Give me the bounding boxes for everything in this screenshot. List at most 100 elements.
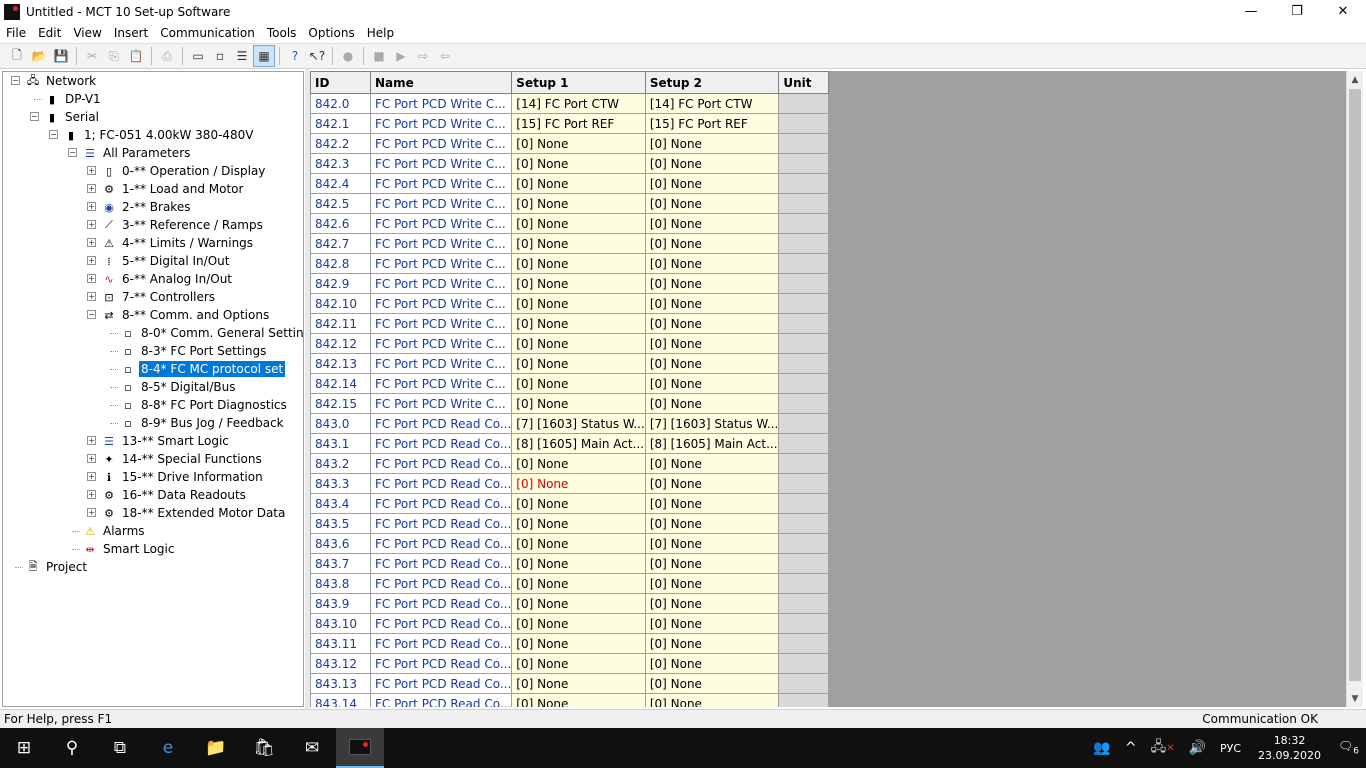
expand-icon[interactable]: + [87, 256, 96, 265]
network-disconnected-icon[interactable]: 🖧✕ [1144, 736, 1182, 760]
expand-icon[interactable]: + [87, 238, 96, 247]
cell-setup-2[interactable]: [0] None [644, 473, 780, 494]
table-row[interactable]: 843.10 FC Port PCD Read Co... [0] None [0] … [310, 613, 830, 634]
copy-icon[interactable]: ⎘ [103, 45, 125, 67]
tree-node[interactable]: ▫ 8-9* Bus Jog / Feedback [120, 414, 286, 432]
cell-setup-2[interactable]: [0] None [644, 513, 780, 534]
cell-setup-2[interactable]: [0] None [644, 393, 780, 414]
cell-setup-1[interactable]: [0] None [511, 173, 646, 194]
collapse-icon[interactable]: − [68, 148, 77, 157]
task-view-icon[interactable]: ⧉ [96, 728, 144, 768]
cell-setup-2[interactable]: [0] None [644, 633, 780, 654]
tree-node[interactable]: 🗎 Project [25, 558, 89, 576]
cell-setup-2[interactable]: [0] None [644, 673, 780, 694]
tree-node[interactable]: ▮ Serial [44, 108, 101, 126]
cell-setup-1[interactable]: [0] None [511, 393, 646, 414]
list-view-icon[interactable]: ☰ [231, 45, 253, 67]
table-row[interactable]: 843.5 FC Port PCD Read Co... [0] None [0] N… [310, 513, 830, 534]
table-row[interactable]: 843.1 FC Port PCD Read Co... [8] [1605] Ma… [310, 433, 830, 454]
tree-node[interactable]: ▯ 0-** Operation / Display [101, 162, 267, 180]
expand-icon[interactable]: + [87, 274, 96, 283]
column-header-setup-1[interactable]: Setup 1 [511, 71, 646, 94]
cell-setup-1[interactable]: [14] FC Port CTW [511, 93, 646, 114]
cell-setup-1[interactable]: [0] None [511, 153, 646, 174]
cell-setup-2[interactable]: [0] None [644, 313, 780, 334]
table-row[interactable]: 843.0 FC Port PCD Read Co... [7] [1603] St… [310, 413, 830, 434]
cell-setup-2[interactable]: [0] None [644, 493, 780, 514]
collapse-icon[interactable]: − [87, 310, 96, 319]
cell-setup-1[interactable]: [0] None [511, 333, 646, 354]
table-row[interactable]: 842.3 FC Port PCD Write C... [0] None [0] N… [310, 153, 830, 174]
cell-setup-1[interactable]: [0] None [511, 653, 646, 674]
cell-setup-1[interactable]: [0] None [511, 253, 646, 274]
cell-setup-2[interactable]: [0] None [644, 193, 780, 214]
help-icon[interactable]: ? [284, 45, 306, 67]
grid-vertical-scrollbar[interactable]: ▲ ▼ [1346, 71, 1363, 707]
table-row[interactable]: 842.7 FC Port PCD Write C... [0] None [0] N… [310, 233, 830, 254]
scroll-up-icon[interactable]: ▲ [1347, 71, 1363, 88]
table-row[interactable]: 842.0 FC Port PCD Write C... [14] FC Port … [310, 93, 830, 114]
tree-node[interactable]: ⚙ 18-** Extended Motor Data [101, 504, 287, 522]
cell-setup-2[interactable]: [0] None [644, 173, 780, 194]
menu-insert[interactable]: Insert [108, 26, 154, 40]
cell-setup-2[interactable]: [0] None [644, 353, 780, 374]
start-icon[interactable]: ⊞ [0, 728, 48, 768]
maximize-button[interactable]: ❐ [1274, 0, 1320, 23]
cell-setup-1[interactable]: [0] None [511, 353, 646, 374]
store-icon[interactable]: 🛍 [240, 728, 288, 768]
read-from-drive-icon[interactable]: ⇦ [434, 45, 456, 67]
tree-node[interactable]: ℹ 15-** Drive Information [101, 468, 265, 486]
cell-setup-2[interactable]: [14] FC Port CTW [644, 93, 780, 114]
mct10-icon[interactable] [336, 728, 384, 768]
cell-setup-2[interactable]: [0] None [644, 153, 780, 174]
cell-setup-1[interactable]: [0] None [511, 293, 646, 314]
table-row[interactable]: 842.4 FC Port PCD Write C... [0] None [0] N… [310, 173, 830, 194]
table-row[interactable]: 842.2 FC Port PCD Write C... [0] None [0] N… [310, 133, 830, 154]
large-icons-view-icon[interactable]: ▭ [187, 45, 209, 67]
menu-help[interactable]: Help [361, 26, 400, 40]
table-row[interactable]: 842.15 FC Port PCD Write C... [0] None [0] … [310, 393, 830, 414]
cell-setup-2[interactable]: [7] [1603] Status W... [644, 413, 780, 434]
column-header-id[interactable]: ID [310, 71, 371, 94]
expand-icon[interactable]: + [87, 292, 96, 301]
show-hidden-icons-chevron[interactable]: ^ [1118, 740, 1144, 756]
cell-setup-2[interactable]: [0] None [644, 293, 780, 314]
play-icon[interactable]: ▶ [390, 45, 412, 67]
table-row[interactable]: 843.4 FC Port PCD Read Co... [0] None [0] N… [310, 493, 830, 514]
cell-setup-1[interactable]: [0] None [511, 693, 646, 707]
cell-setup-2[interactable]: [0] None [644, 653, 780, 674]
cell-setup-1[interactable]: [0] None [511, 533, 646, 554]
table-row[interactable]: 842.8 FC Port PCD Write C... [0] None [0] N… [310, 253, 830, 274]
record-icon[interactable]: ● [337, 45, 359, 67]
cell-setup-1[interactable]: [0] None [511, 233, 646, 254]
notifications-icon[interactable]: 🗨6 [1331, 739, 1366, 756]
expand-icon[interactable]: + [87, 220, 96, 229]
menu-file[interactable]: File [0, 26, 32, 40]
cell-setup-1[interactable]: [8] [1605] Main Act... [511, 433, 646, 454]
tree-node[interactable]: ◉ 2-** Brakes [101, 198, 192, 216]
table-row[interactable]: 842.10 FC Port PCD Write C... [0] None [0] … [310, 293, 830, 314]
cell-setup-2[interactable]: [15] FC Port REF [644, 113, 780, 134]
cell-setup-2[interactable]: [0] None [644, 533, 780, 554]
tree-node[interactable]: ▫ 8-3* FC Port Settings [120, 342, 268, 360]
column-header-setup-2[interactable]: Setup 2 [644, 71, 780, 94]
cell-setup-2[interactable]: [0] None [644, 613, 780, 634]
cell-setup-1[interactable]: [0] None [511, 633, 646, 654]
tree-node[interactable]: ☰ All Parameters [82, 144, 192, 162]
cell-setup-2[interactable]: [0] None [644, 273, 780, 294]
cell-setup-1[interactable]: [0] None [511, 453, 646, 474]
expand-icon[interactable]: + [87, 436, 96, 445]
tree-node[interactable]: ▮ 1; FC-051 4.00kW 380-480V [63, 126, 256, 144]
cell-setup-2[interactable]: [0] None [644, 333, 780, 354]
people-icon[interactable]: 👥 [1086, 740, 1117, 756]
cell-setup-1[interactable]: [0] None [511, 273, 646, 294]
new-icon[interactable]: 🗋 [6, 45, 28, 67]
tree-node[interactable]: ⚙ 1-** Load and Motor [101, 180, 245, 198]
write-to-drive-icon[interactable]: ⇨ [412, 45, 434, 67]
tree-node[interactable]: ▫ 8-0* Comm. General Settings [120, 324, 303, 342]
expand-icon[interactable]: + [87, 454, 96, 463]
cell-setup-1[interactable]: [0] None [511, 193, 646, 214]
table-row[interactable]: 842.14 FC Port PCD Write C... [0] None [0] … [310, 373, 830, 394]
cut-icon[interactable]: ✂ [81, 45, 103, 67]
tree-node[interactable]: ∿ 6-** Analog In/Out [101, 270, 234, 288]
